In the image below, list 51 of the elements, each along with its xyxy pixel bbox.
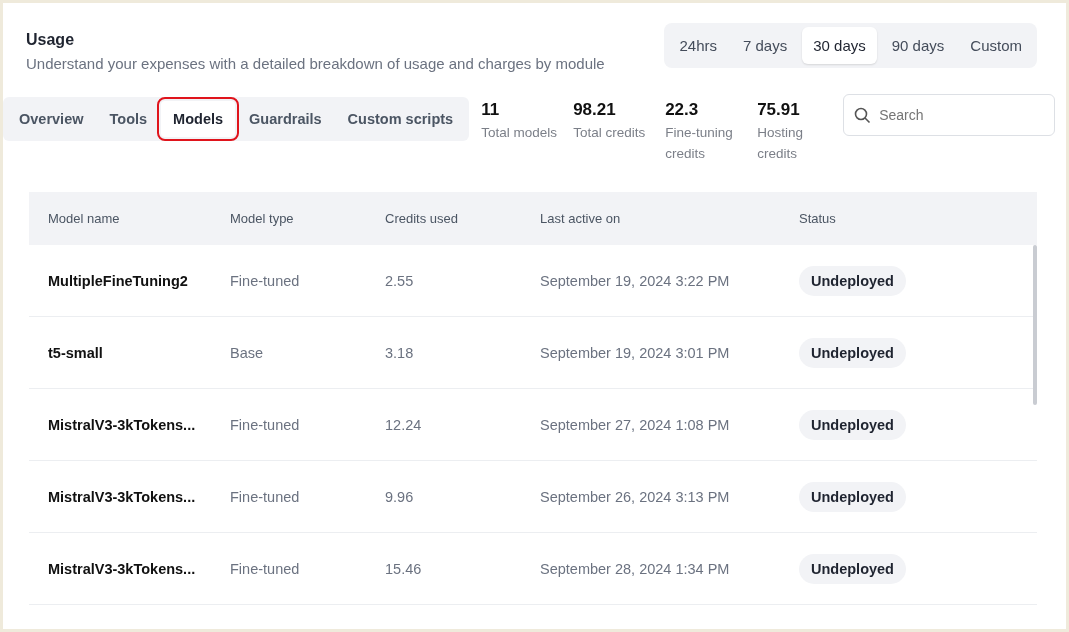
table-cell-text: Fine-tuned: [230, 488, 301, 505]
table-cell-text: 12.24: [385, 416, 423, 433]
table-cell-text: MultipleFineTuning2: [48, 272, 189, 289]
column-header: Last active on: [540, 211, 622, 226]
status-badge: Undeployed: [799, 553, 906, 584]
status-badge: Undeployed: [799, 337, 906, 368]
scrollbar[interactable]: [1033, 245, 1037, 405]
stat-value: 98.21: [573, 100, 617, 120]
table-cell-text: September 19, 2024 3:01 PM: [540, 344, 731, 361]
table-cell-text: 2.55: [385, 272, 415, 289]
stat-value: 22.3: [665, 100, 700, 120]
status-badge: Undeployed: [799, 409, 906, 440]
table-cell-text: Fine-tuned: [230, 416, 301, 433]
range-tab[interactable]: 30 days: [802, 27, 877, 64]
range-tab[interactable]: Custom: [959, 27, 1033, 64]
column-header: Model type: [230, 211, 295, 226]
table-cell-text: MistralV3-3kTokens...: [48, 488, 197, 505]
table-cell-text: September 27, 2024 1:08 PM: [540, 416, 731, 433]
module-tab[interactable]: Tools: [97, 101, 160, 137]
module-tab[interactable]: Custom scripts: [335, 101, 466, 137]
module-tab[interactable]: Guardrails: [237, 101, 334, 137]
page-title: Usage: [26, 31, 76, 49]
table-cell-text: September 19, 2024 3:22 PM: [540, 272, 731, 289]
column-header: Credits used: [385, 211, 459, 226]
table-cell-text: September 28, 2024 1:34 PM: [540, 560, 731, 577]
stat-label: Total credits: [573, 124, 647, 142]
table-cell-text: 9.96: [385, 488, 415, 505]
column-header: Status: [799, 211, 836, 226]
table-cell-text: 15.46: [385, 560, 423, 577]
table-cell-text: MistralV3-3kTokens...: [48, 416, 197, 433]
table-cell-text: Fine-tuned: [230, 560, 301, 577]
table-cell-text: September 26, 2024 3:13 PM: [540, 488, 731, 505]
column-header: Model name: [48, 211, 121, 226]
stat-label: Hosting credits: [757, 124, 804, 163]
table-cell-text: 3.18: [385, 344, 415, 361]
page-subtitle: Understand your expenses with a detailed breakdown of usage and charges by module: [26, 55, 605, 72]
module-tab[interactable]: Overview: [7, 101, 96, 137]
status-badge: Undeployed: [799, 481, 906, 512]
table-cell-text: MistralV3-3kTokens...: [48, 560, 197, 577]
table-cell-text: Base: [230, 344, 265, 361]
stat-value: 11: [481, 100, 501, 120]
stat-label: Fine-tuning credits: [665, 124, 734, 163]
table-cell-text: Fine-tuned: [230, 272, 301, 289]
table-cell-text: t5-small: [48, 344, 104, 361]
stat-label: Total models: [481, 124, 558, 142]
stat-value: 75.91: [757, 100, 801, 120]
range-tab[interactable]: 90 days: [880, 27, 956, 64]
range-tab[interactable]: 24hrs: [668, 27, 728, 64]
range-tab[interactable]: 7 days: [732, 27, 799, 64]
search-field[interactable]: Search: [843, 94, 1056, 136]
status-badge: Undeployed: [799, 265, 906, 296]
